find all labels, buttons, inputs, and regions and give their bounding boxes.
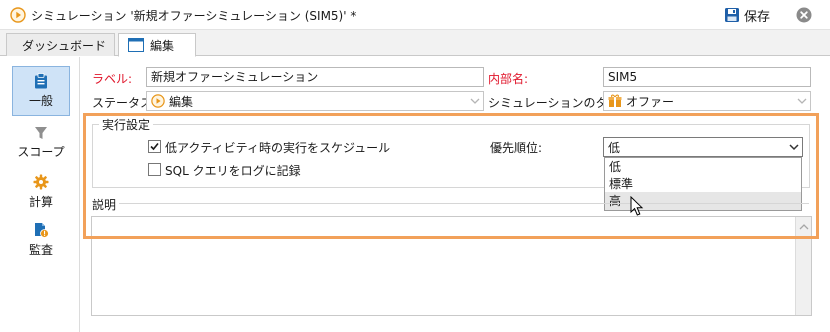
clipboard-icon [35, 73, 47, 89]
priority-value: 低 [608, 140, 621, 155]
tab-edit[interactable]: 編集 [118, 33, 196, 57]
description-label: 説明 [92, 198, 117, 212]
funnel-icon [35, 127, 47, 139]
label-input[interactable]: 新規オファーシミュレーション [146, 67, 484, 87]
save-button[interactable]: 保存 [724, 5, 770, 25]
save-label: 保存 [744, 9, 771, 25]
tab-edit-label: 編集 [150, 38, 175, 53]
description-divider [119, 203, 809, 204]
sidebar-item-general[interactable]: 一般 [12, 66, 70, 116]
audit-icon [35, 223, 49, 238]
tab-strip: ダッシュボード 編集 [0, 30, 830, 57]
gear-icon [33, 174, 49, 190]
simulation-type-value: オファー [626, 94, 675, 109]
title-bar: シミュレーション '新規オファーシミュレーション (SIM5)' * 保存 [0, 0, 830, 30]
sql-log-checkbox-label: SQL クエリをログに記録 [165, 164, 301, 178]
schedule-checkbox[interactable] [148, 140, 161, 153]
floppy-disk-icon [725, 8, 739, 22]
sidebar-item-scope[interactable]: スコープ [12, 118, 70, 168]
window-title: シミュレーション '新規オファーシミュレーション (SIM5)' * [31, 9, 357, 23]
sidebar-item-audit[interactable]: 監査 [12, 215, 70, 265]
sidebar-item-calculation[interactable]: 計算 [12, 167, 70, 217]
chevron-up-icon [799, 224, 809, 230]
priority-option-normal[interactable]: 標準 [605, 175, 801, 193]
sql-log-checkbox[interactable] [148, 163, 161, 176]
tab-dashboard-label: ダッシュボード [22, 38, 107, 53]
gift-icon [608, 94, 622, 107]
play-circle-icon [10, 7, 26, 23]
mouse-cursor-icon [630, 196, 644, 216]
sidebar: 一般 スコープ 計算 監査 [0, 57, 80, 332]
chevron-down-icon [470, 98, 480, 104]
checkmark-icon [150, 142, 159, 151]
tab-dashboard[interactable]: ダッシュボード [6, 33, 115, 56]
simulation-type-select[interactable]: オファー [603, 91, 811, 111]
internal-name-label: 内部名: [488, 72, 529, 86]
sidebar-item-label: 計算 [28, 195, 53, 209]
sidebar-item-label: 監査 [28, 243, 53, 257]
status-select[interactable]: 編集 [146, 91, 484, 111]
sidebar-item-label: 一般 [28, 94, 53, 108]
sidebar-item-label: スコープ [17, 145, 65, 159]
execution-settings-title: 実行設定 [99, 116, 154, 133]
label-field-label: ラベル: [92, 72, 133, 86]
internal-name-input[interactable]: SIM5 [603, 67, 811, 87]
window-icon [128, 38, 144, 52]
description-scrollbar[interactable] [795, 217, 811, 315]
description-textarea[interactable] [91, 216, 812, 316]
close-icon[interactable] [796, 7, 812, 23]
priority-select[interactable]: 低 [603, 137, 803, 157]
chevron-down-icon [797, 98, 807, 104]
priority-option-low[interactable]: 低 [605, 158, 801, 176]
chevron-down-icon [789, 144, 799, 151]
status-value: 編集 [169, 94, 194, 109]
priority-label: 優先順位: [490, 141, 543, 155]
schedule-checkbox-label: 低アクティビティ時の実行をスケジュール [165, 141, 391, 155]
play-circle-icon [151, 94, 165, 108]
